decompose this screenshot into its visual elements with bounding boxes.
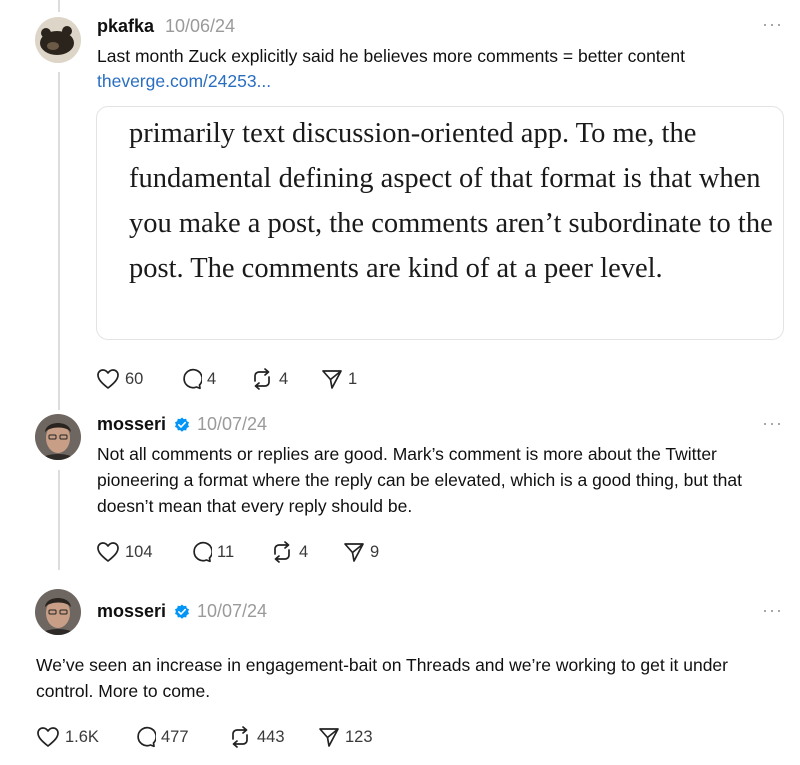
thread-line-1 [58, 72, 60, 410]
repost-count: 4 [279, 369, 289, 388]
repost-icon [232, 726, 248, 748]
like-button[interactable]: 60 [96, 368, 143, 390]
repost-button[interactable]: 443 [228, 726, 285, 748]
quote-text: primarily text discussion-oriented app. … [129, 118, 773, 284]
like-count: 1.6K [65, 727, 99, 746]
post-text: Not all comments or replies are good. Ma… [97, 444, 742, 516]
like-button[interactable]: 104 [96, 541, 153, 563]
post-text: Last month Zuck explicitly said he belie… [97, 46, 685, 66]
share-button[interactable]: 9 [343, 541, 379, 563]
share-count: 123 [345, 727, 373, 746]
avatar-image [35, 589, 81, 635]
reply-count: 4 [207, 369, 217, 388]
repost-icon [254, 368, 270, 390]
verified-badge-icon [175, 604, 189, 619]
heart-icon [97, 369, 119, 389]
verified-badge-icon [175, 417, 189, 432]
username[interactable]: mosseri [97, 601, 166, 622]
repost-count: 443 [257, 727, 285, 746]
share-icon [344, 543, 364, 562]
reply-count: 477 [161, 727, 189, 746]
repost-button[interactable]: 4 [270, 541, 308, 563]
reply-button[interactable]: 477 [134, 726, 189, 748]
post-date: 10/07/24 [197, 414, 268, 434]
quote-image[interactable]: primarily text discussion-oriented app. … [96, 106, 784, 340]
avatar-image [35, 17, 81, 63]
thread-line-2 [58, 470, 60, 570]
post-link[interactable]: theverge.com/24253... [97, 71, 271, 92]
reply-button[interactable]: 4 [180, 368, 216, 390]
heart-icon [37, 727, 59, 747]
username[interactable]: pkafka [97, 16, 154, 37]
post-date: 10/07/24 [197, 601, 268, 621]
avatar-image [35, 414, 81, 460]
username[interactable]: mosseri [97, 414, 166, 435]
share-icon [322, 370, 342, 389]
share-count: 9 [370, 542, 380, 561]
more-icon[interactable]: ··· [762, 600, 783, 621]
more-icon[interactable]: ··· [762, 413, 783, 434]
comment-icon [137, 726, 156, 748]
share-button[interactable]: 1 [321, 368, 357, 390]
reply-button[interactable]: 11 [190, 541, 234, 563]
post-date: 10/06/24 [165, 16, 236, 36]
comment-icon [183, 368, 202, 390]
repost-count: 4 [299, 542, 309, 561]
heart-icon [97, 542, 119, 562]
like-count: 104 [125, 542, 153, 561]
repost-icon [274, 541, 290, 563]
comment-icon [193, 541, 212, 563]
share-icon [319, 728, 339, 747]
avatar[interactable] [35, 589, 81, 635]
avatar[interactable] [35, 414, 81, 460]
thread-line-top [58, 0, 60, 12]
like-count: 60 [125, 369, 144, 388]
reply-count: 11 [217, 542, 235, 561]
repost-button[interactable]: 4 [250, 368, 288, 390]
like-button[interactable]: 1.6K [36, 726, 99, 748]
share-count: 1 [348, 369, 358, 388]
avatar[interactable] [35, 17, 81, 63]
more-icon[interactable]: ··· [762, 14, 783, 35]
post-text: We’ve seen an increase in engagement-bai… [36, 655, 728, 701]
share-button[interactable]: 123 [318, 726, 373, 748]
